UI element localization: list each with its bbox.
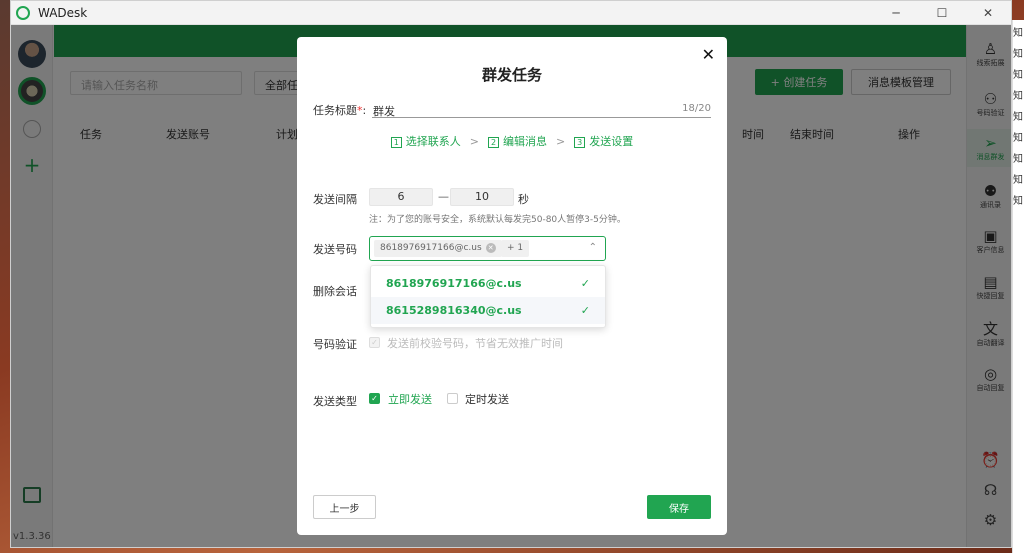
char-counter: 18/20 [682,103,711,114]
send-now-text: 立即发送 [388,393,432,406]
check-icon: ✓ [580,277,590,290]
step-1[interactable]: 1 选择联系人 [390,133,461,149]
task-title-label: 任务标题*: [313,102,366,118]
step-3[interactable]: 3 发送设置 [574,133,633,149]
minimize-button[interactable]: ─ [873,1,919,25]
more-tags-badge: + 1 [501,240,530,257]
step-label: 发送设置 [589,135,634,148]
send-scheduled-checkbox[interactable] [447,393,458,404]
edge-char: 知 [1013,70,1023,81]
verify-checkbox[interactable]: ✓ [369,337,380,348]
task-title-input[interactable]: 群发 18/20 [372,100,711,118]
close-icon[interactable]: ✕ [702,45,715,64]
phone-option[interactable]: 8618976917166@c.us ✓ [371,270,605,297]
phone-option-text: 8615289816340@c.us [386,304,522,317]
edge-char: 知 [1013,91,1023,102]
phone-option-text: 8618976917166@c.us [386,277,522,290]
chevron-up-icon[interactable]: ⌃ [589,242,597,253]
label-colon: : [362,104,367,117]
edge-char: 知 [1013,112,1023,123]
verify-option-text: 发送前校验号码，节省无效推广时间 [387,337,563,350]
edge-char: 知 [1013,196,1023,207]
title-bar: WADesk ─ ☐ ✕ [11,1,1011,25]
interval-min-input[interactable]: 6 [369,188,433,206]
edge-char: 知 [1013,175,1023,186]
edge-char: 知 [1013,133,1023,144]
interval-dash: — [438,190,449,203]
interval-unit: 秒 [518,193,529,206]
delete-session-label: 删除会话 [313,285,357,298]
phone-tag-text: 8618976917166@c.us [380,243,482,253]
check-icon: ✓ [580,304,590,317]
interval-label: 发送间隔 [313,193,357,206]
step-number: 2 [488,137,499,148]
phone-option[interactable]: 8615289816340@c.us ✓ [371,297,605,324]
app-title: WADesk [38,5,88,20]
edge-char: 知 [1013,154,1023,165]
edge-char: 知 [1013,49,1023,60]
phone-label: 发送号码 [313,243,357,256]
step-label: 选择联系人 [405,135,461,148]
step-indicator: 1 选择联系人 > 2 编辑消息 > 3 发送设置 [297,133,727,149]
send-now-checkbox[interactable]: ✓ [369,393,380,404]
interval-note: 注：为了您的账号安全，系统默认每发完50-80人暂停3-5分钟。 [369,215,626,225]
chevron-right-icon: > [556,134,566,148]
step-label: 编辑消息 [503,135,547,148]
background-app-strip: 知 知 知 知 知 知 知 知 知 [1012,20,1024,553]
save-button[interactable]: 保存 [647,495,711,519]
chevron-right-icon: > [469,134,479,148]
step-number: 1 [390,137,402,148]
phone-dropdown: 8618976917166@c.us ✓ 8615289816340@c.us ✓ [370,265,606,328]
previous-step-button[interactable]: 上一步 [313,495,376,519]
verify-label: 号码验证 [313,338,357,351]
task-title-value: 群发 [373,105,395,118]
maximize-button[interactable]: ☐ [919,1,965,25]
wadesk-logo-icon [16,5,30,20]
edge-char: 知 [1013,28,1023,39]
mass-message-task-dialog: 群发任务 ✕ 任务标题*: 群发 18/20 1 选择联系人 > 2 编辑消息 > … [297,37,727,535]
task-title-label-text: 任务标题 [313,104,357,117]
selected-phone-tag: 8618976917166@c.us ✕ [374,240,502,257]
send-type-label: 发送类型 [313,395,357,408]
interval-max-input[interactable]: 10 [450,188,514,206]
close-window-button[interactable]: ✕ [965,1,1011,25]
send-scheduled-text: 定时发送 [465,393,509,406]
step-number: 3 [574,137,586,148]
dialog-title: 群发任务 [481,66,542,84]
step-2[interactable]: 2 编辑消息 [488,133,547,149]
phone-select[interactable]: 8618976917166@c.us ✕ + 1 ⌃ [369,236,606,261]
remove-tag-icon[interactable]: ✕ [485,243,496,253]
